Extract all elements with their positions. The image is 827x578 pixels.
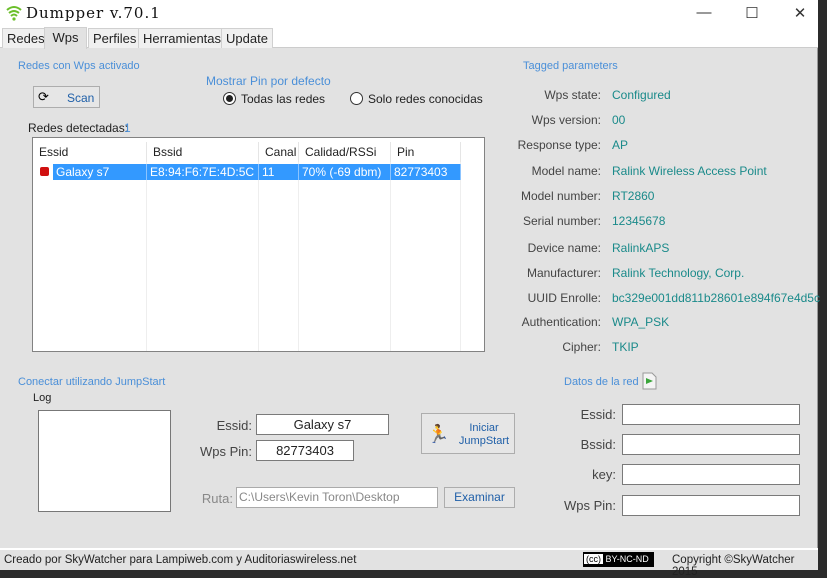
radio-known-networks[interactable] xyxy=(350,92,363,105)
table-row[interactable]: Galaxy s7 E8:94:F6:7E:4D:5C 11 70% (-69 … xyxy=(53,164,461,180)
detected-label: Redes detectadas: xyxy=(28,121,129,135)
param-label: Authentication: xyxy=(521,315,601,329)
scan-button[interactable]: ⟳ Scan xyxy=(33,86,100,108)
cell-pin: 82773403 xyxy=(391,164,461,180)
browse-button[interactable]: Examinar xyxy=(444,487,515,508)
status-bar: Creado por SkyWatcher para Lampiweb.com … xyxy=(0,548,818,578)
js-pin-field[interactable]: 82773403 xyxy=(256,440,354,461)
tab-bar: Redes Wps Perfiles Herramientas Update xyxy=(0,27,818,49)
js-pin-label: Wps Pin: xyxy=(199,444,252,459)
param-label: UUID Enrolle: xyxy=(527,291,601,305)
js-essid-field[interactable]: Galaxy s7 xyxy=(256,414,389,435)
cell-bssid: E8:94:F6:7E:4D:5C xyxy=(147,164,259,180)
column-pin[interactable]: Pin xyxy=(391,142,461,162)
column-bssid[interactable]: Bssid xyxy=(147,142,259,162)
param-label: Serial number: xyxy=(522,214,601,228)
column-canal[interactable]: Canal xyxy=(259,142,299,162)
nd-essid-label: Essid: xyxy=(580,407,616,422)
wifi-icon xyxy=(6,6,22,21)
param-value: Ralink Wireless Access Point xyxy=(612,164,767,178)
nd-bssid-label: Bssid: xyxy=(580,437,616,452)
title-bar: Dumpper v.70.1 — ☐ ✕ xyxy=(0,0,818,28)
ruta-field[interactable]: C:\Users\Kevin Toron\Desktop xyxy=(236,487,438,508)
radio-known-label: Solo redes conocidas xyxy=(368,92,483,106)
param-label: Manufacturer: xyxy=(526,266,601,280)
jumpstart-title: Conectar utilizando JumpStart xyxy=(18,376,166,388)
nd-pin-field[interactable] xyxy=(622,495,800,516)
param-value: RT2860 xyxy=(612,189,655,203)
tab-update[interactable]: Update xyxy=(221,28,273,48)
netdata-title: Datos de la red xyxy=(564,376,639,388)
param-value: bc329e001dd811b28601e894f67e4d5c xyxy=(612,291,820,305)
column-essid[interactable]: Essid xyxy=(33,142,147,162)
nd-key-field[interactable] xyxy=(622,464,800,485)
nd-key-label: key: xyxy=(592,467,616,482)
maximize-button[interactable]: ☐ xyxy=(737,4,767,22)
param-label: Device name: xyxy=(527,241,601,255)
param-value: AP xyxy=(612,138,629,152)
cell-canal: 11 xyxy=(259,164,299,180)
lock-icon xyxy=(40,167,49,176)
close-button[interactable]: ✕ xyxy=(785,4,815,22)
radio-all-networks[interactable] xyxy=(223,92,236,105)
param-label: Cipher: xyxy=(562,340,601,354)
param-value: RalinkAPS xyxy=(612,241,670,255)
networks-list[interactable]: Essid Bssid Canal Calidad/RSSi Pin Galax… xyxy=(32,137,485,352)
copyright-text: Copyright ©SkyWatcher 2015 xyxy=(672,554,795,578)
param-value: WPA_PSK xyxy=(612,315,670,329)
refresh-icon: ⟳ xyxy=(38,89,49,104)
ruta-label: Ruta: xyxy=(201,491,233,506)
start-jumpstart-button[interactable]: 🏃 Iniciar JumpStart xyxy=(421,413,515,454)
start-label-2: JumpStart xyxy=(458,435,510,447)
start-label-1: Iniciar xyxy=(469,422,499,434)
param-value: Ralink Technology, Corp. xyxy=(612,266,745,280)
tab-redes[interactable]: Redes xyxy=(2,28,50,48)
detected-count: 1 xyxy=(124,121,131,135)
cell-essid: Galaxy s7 xyxy=(53,164,147,180)
nd-bssid-field[interactable] xyxy=(622,434,800,455)
log-area[interactable] xyxy=(38,410,171,512)
js-essid-label: Essid: xyxy=(216,418,252,433)
column-calidad[interactable]: Calidad/RSSi xyxy=(299,142,391,162)
param-value: TKIP xyxy=(612,340,639,354)
nd-pin-label: Wps Pin: xyxy=(563,498,616,513)
radio-all-label: Todas las redes xyxy=(241,92,326,106)
param-label: Model number: xyxy=(520,189,601,203)
scan-label: Scan xyxy=(67,91,95,105)
minimize-button[interactable]: — xyxy=(689,4,719,21)
window-title: Dumpper v.70.1 xyxy=(26,4,161,22)
wps-section-title: Redes con Wps activado xyxy=(18,60,140,72)
app-window: Dumpper v.70.1 — ☐ ✕ Redes Wps Perfiles … xyxy=(0,0,820,578)
tagged-title: Tagged parameters xyxy=(523,60,618,72)
tab-wps[interactable]: Wps xyxy=(44,27,87,49)
param-value: 00 xyxy=(612,113,626,127)
export-file-icon[interactable] xyxy=(641,372,658,390)
param-label: Model name: xyxy=(531,164,601,178)
credits-text: Creado por SkyWatcher para Lampiweb.com … xyxy=(4,554,357,566)
log-label: Log xyxy=(33,392,52,404)
param-value: Configured xyxy=(612,88,671,102)
license-badge[interactable]: (cc) BY-NC-ND xyxy=(583,552,654,567)
tab-perfiles[interactable]: Perfiles xyxy=(88,28,142,48)
nd-essid-field[interactable] xyxy=(622,404,800,425)
tab-herramientas[interactable]: Herramientas xyxy=(138,28,227,48)
param-value: 12345678 xyxy=(612,214,666,228)
param-label: Wps state: xyxy=(544,88,601,102)
pin-group-title: Mostrar Pin por defecto xyxy=(206,74,331,88)
param-label: Wps version: xyxy=(531,113,601,127)
param-label: Response type: xyxy=(517,138,601,152)
cell-calidad: 70% (-69 dbm) xyxy=(299,164,391,180)
running-man-icon: 🏃 xyxy=(427,424,450,444)
